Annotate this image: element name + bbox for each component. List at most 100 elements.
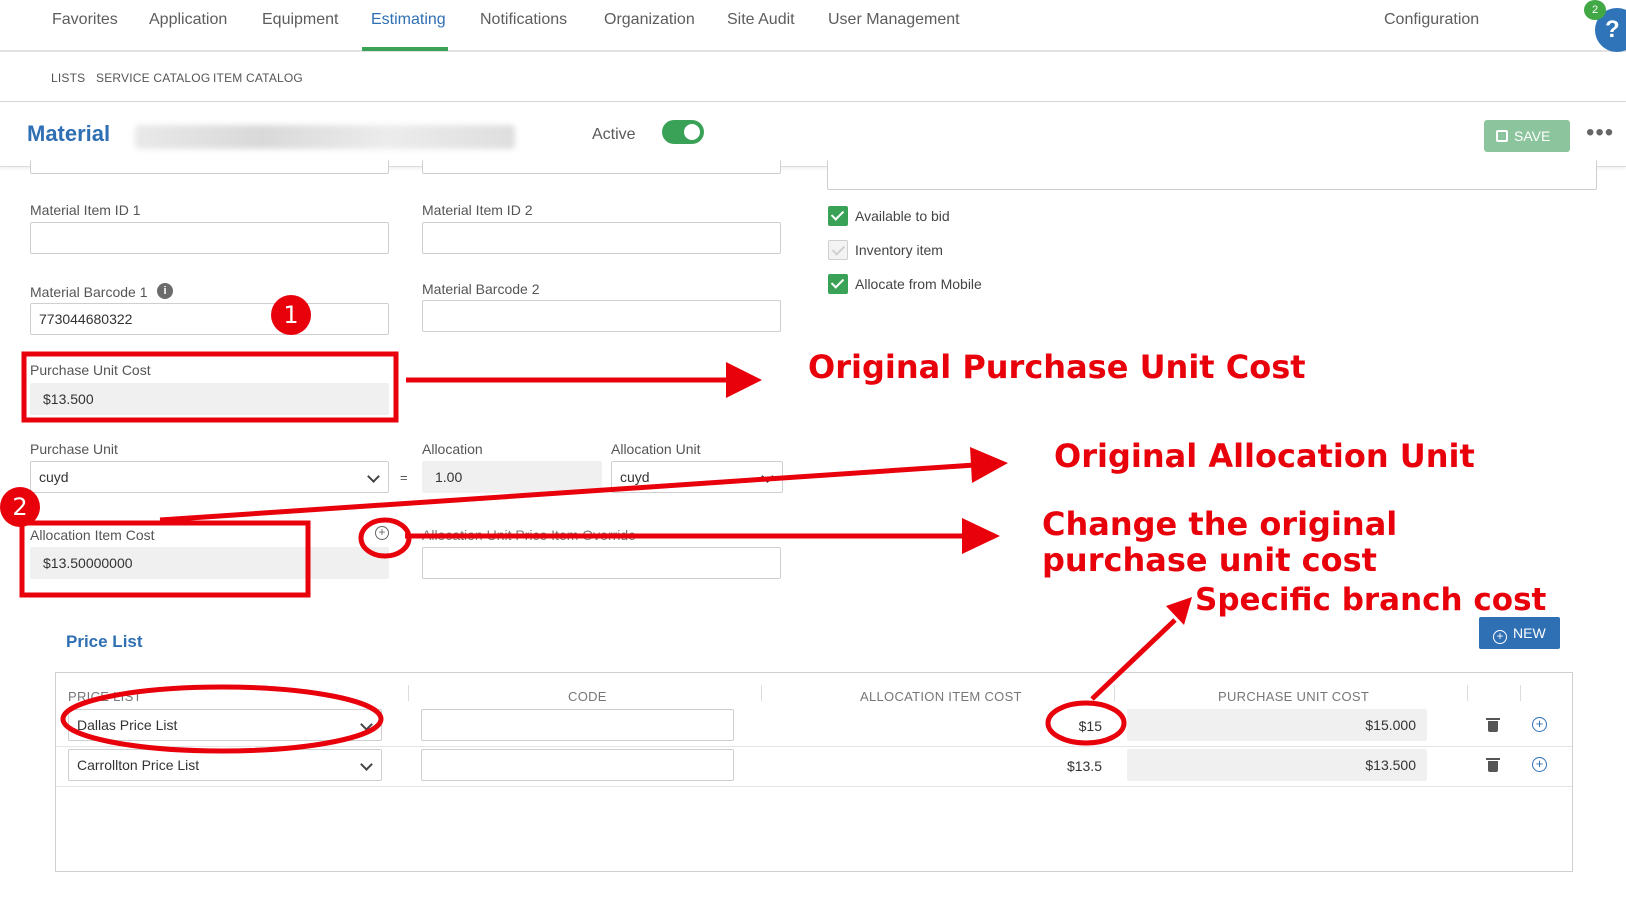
chevron-down-icon bbox=[367, 470, 380, 483]
scrolled-textarea-right[interactable] bbox=[827, 160, 1597, 190]
annotation-badge-1: 1 bbox=[271, 295, 311, 335]
annotation-badge-2: 2 bbox=[0, 487, 40, 527]
row-1-code-input[interactable] bbox=[421, 709, 734, 741]
plus-circle-icon: + bbox=[1493, 630, 1507, 644]
allocation-label: Allocation bbox=[422, 441, 483, 457]
allocate-from-mobile-checkbox[interactable] bbox=[828, 274, 848, 294]
active-toggle[interactable] bbox=[662, 120, 704, 144]
allocation-item-cost-input: $13.50000000 bbox=[30, 547, 389, 579]
header-allocation-item-cost: ALLOCATION ITEM COST bbox=[860, 689, 1022, 704]
new-price-list-button[interactable]: + NEW bbox=[1479, 617, 1560, 649]
nav-application[interactable]: Application bbox=[149, 11, 227, 29]
nav-favorites[interactable]: Favorites bbox=[52, 11, 118, 29]
notification-count-badge: 2 bbox=[1584, 0, 1606, 20]
purchase-unit-cost-label: Purchase Unit Cost bbox=[30, 362, 151, 378]
row-2-price-list-value: Carrollton Price List bbox=[77, 757, 200, 773]
trash-icon[interactable] bbox=[1486, 758, 1500, 772]
row-1-allocation-cost: $15 bbox=[1078, 718, 1102, 734]
row-2-allocation-cost: $13.5 bbox=[1066, 758, 1102, 774]
nav-notifications[interactable]: Notifications bbox=[480, 11, 567, 29]
row-divider bbox=[56, 786, 1572, 787]
available-to-bid-label: Available to bid bbox=[855, 208, 950, 224]
add-override-icon[interactable]: + bbox=[375, 526, 389, 540]
barcode-1-input[interactable]: 773044680322 bbox=[30, 303, 389, 335]
equals-sign: = bbox=[400, 470, 408, 485]
save-icon bbox=[1496, 130, 1508, 142]
inventory-item-label: Inventory item bbox=[855, 242, 943, 258]
row-2-code-input[interactable] bbox=[421, 749, 734, 781]
purchase-unit-cost-input: $13.500 bbox=[30, 383, 389, 415]
subnav-service-catalog[interactable]: SERVICE CATALOG bbox=[96, 71, 210, 85]
row-2-purchase-cost: $13.500 bbox=[1127, 749, 1427, 781]
item-id-2-input[interactable] bbox=[422, 222, 781, 254]
row-1-price-list-select[interactable]: Dallas Price List bbox=[68, 709, 382, 741]
chevron-down-icon bbox=[360, 758, 373, 771]
row-divider bbox=[56, 746, 1572, 747]
add-row-icon[interactable]: + bbox=[1532, 757, 1547, 772]
annotation-original-allocation-unit: Original Allocation Unit bbox=[1054, 437, 1475, 475]
nav-estimating[interactable]: Estimating bbox=[371, 11, 446, 29]
nav-site-audit[interactable]: Site Audit bbox=[727, 11, 795, 29]
save-button[interactable]: SAVE bbox=[1484, 120, 1570, 152]
annotation-original-purchase-unit-cost: Original Purchase Unit Cost bbox=[808, 348, 1306, 386]
row-1-purchase-cost: $15.000 bbox=[1127, 709, 1427, 741]
purchase-unit-value: cuyd bbox=[39, 469, 69, 485]
available-to-bid-checkbox[interactable] bbox=[828, 206, 848, 226]
annotation-change-line-2: purchase unit cost bbox=[1042, 541, 1377, 579]
purchase-unit-label: Purchase Unit bbox=[30, 441, 118, 457]
redacted-record-name bbox=[135, 125, 515, 149]
record-header: Material Active SAVE ••• bbox=[0, 103, 1626, 167]
column-separator bbox=[1114, 685, 1115, 701]
inventory-item-checkbox[interactable] bbox=[828, 240, 848, 260]
row-1-price-list-value: Dallas Price List bbox=[77, 717, 178, 733]
barcode-2-label: Material Barcode 2 bbox=[422, 281, 540, 297]
chevron-down-icon bbox=[360, 718, 373, 731]
info-icon[interactable]: i bbox=[157, 283, 173, 299]
add-row-icon[interactable]: + bbox=[1532, 717, 1547, 732]
save-label: SAVE bbox=[1514, 128, 1551, 144]
annotation-change-line-1: Change the original bbox=[1042, 505, 1398, 543]
purchase-unit-select[interactable]: cuyd bbox=[30, 461, 389, 493]
nav-user-management[interactable]: User Management bbox=[828, 11, 960, 29]
item-id-1-label: Material Item ID 1 bbox=[30, 202, 141, 218]
nav-equipment[interactable]: Equipment bbox=[262, 11, 339, 29]
annotation-specific-branch-cost: Specific branch cost bbox=[1195, 582, 1547, 618]
sub-nav: LISTS SERVICE CATALOG ITEM CATALOG bbox=[0, 52, 1626, 102]
more-options-icon[interactable]: ••• bbox=[1586, 119, 1614, 147]
scrolled-input-left[interactable] bbox=[30, 160, 389, 174]
active-tab-indicator bbox=[362, 47, 448, 51]
allocation-unit-value: cuyd bbox=[620, 469, 650, 485]
nav-organization[interactable]: Organization bbox=[604, 11, 695, 29]
subnav-lists[interactable]: LISTS bbox=[51, 71, 85, 85]
scrolled-input-middle[interactable] bbox=[422, 160, 781, 174]
allocation-unit-select[interactable]: cuyd bbox=[611, 461, 783, 493]
override-input[interactable] bbox=[422, 547, 781, 579]
price-list-grid: PRICE LIST CODE ALLOCATION ITEM COST PUR… bbox=[55, 672, 1573, 872]
trash-icon[interactable] bbox=[1486, 718, 1500, 732]
column-separator bbox=[1520, 685, 1521, 701]
subnav-item-catalog[interactable]: ITEM CATALOG bbox=[213, 71, 303, 85]
page-title: Material bbox=[27, 121, 111, 146]
header-price-list: PRICE LIST bbox=[68, 689, 142, 704]
barcode-2-input[interactable] bbox=[422, 300, 781, 332]
override-label: Allocation Unit Price Item Override bbox=[422, 527, 636, 543]
arrow-override-head bbox=[962, 518, 1000, 554]
item-id-1-input[interactable] bbox=[30, 222, 389, 254]
allocation-item-cost-label: Allocation Item Cost bbox=[30, 527, 155, 543]
arrow-purchase-cost-head bbox=[726, 362, 762, 398]
chevron-down-icon bbox=[761, 470, 774, 483]
column-separator bbox=[1467, 685, 1468, 701]
arrow-allocation-unit-head bbox=[970, 447, 1008, 483]
row-2-price-list-select[interactable]: Carrollton Price List bbox=[68, 749, 382, 781]
allocation-unit-label: Allocation Unit bbox=[611, 441, 701, 457]
item-id-2-label: Material Item ID 2 bbox=[422, 202, 533, 218]
new-label: NEW bbox=[1513, 625, 1546, 641]
column-separator bbox=[761, 685, 762, 701]
price-list-title: Price List bbox=[66, 632, 143, 651]
barcode-1-label: Material Barcode 1 bbox=[30, 284, 148, 300]
nav-configuration[interactable]: Configuration bbox=[1384, 11, 1479, 29]
allocation-input[interactable]: 1.00 bbox=[422, 461, 602, 493]
active-label: Active bbox=[592, 126, 636, 143]
top-nav: Favorites Application Equipment Estimati… bbox=[0, 0, 1626, 52]
header-code: CODE bbox=[568, 689, 607, 704]
